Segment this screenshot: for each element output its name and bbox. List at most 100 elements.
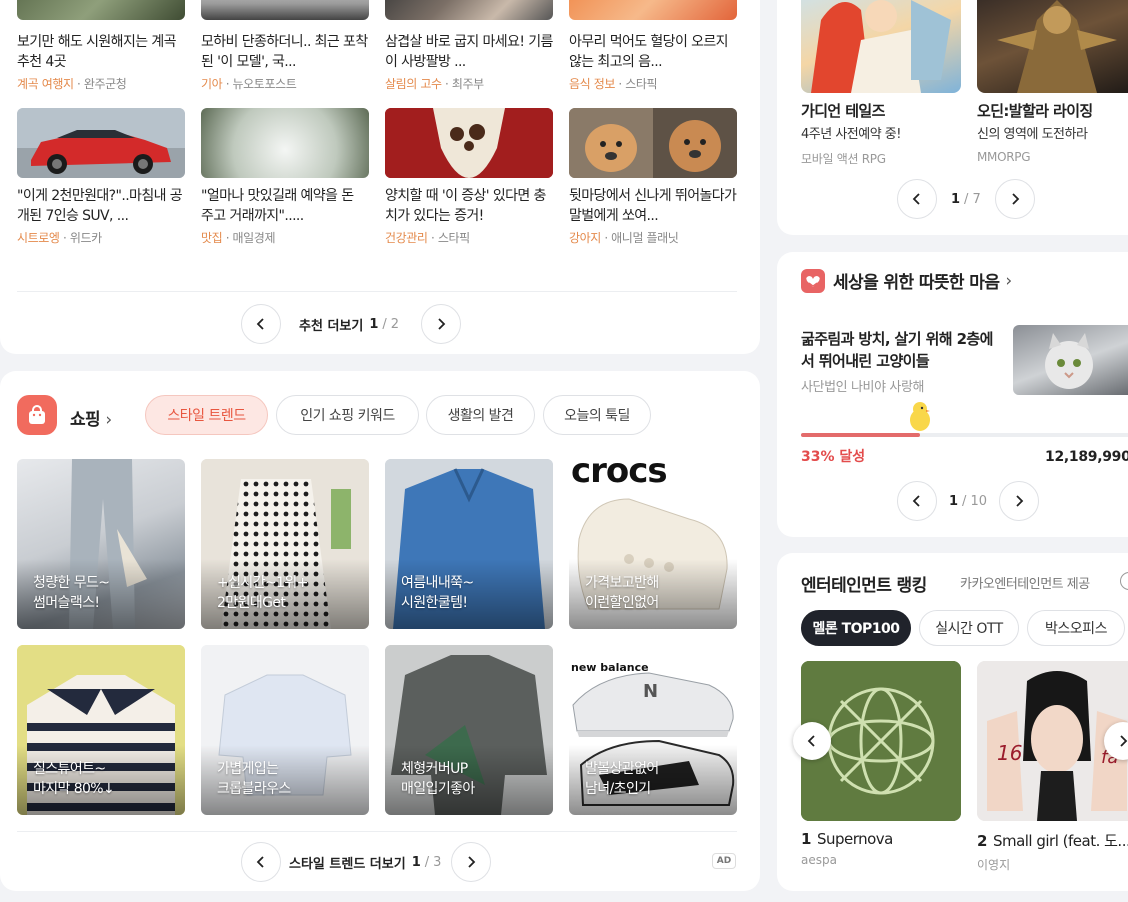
news-meta: 건강관리 · 스타픽 xyxy=(385,231,470,245)
news-card[interactable]: "이게 2천만원대?"..마침내 공개된 7인승 SUV, ... 시트로엥 ·… xyxy=(17,108,185,246)
news-thumbnail xyxy=(17,108,185,178)
news-category[interactable]: 시트로엥 xyxy=(17,231,60,245)
pager-current: 1 xyxy=(951,191,961,207)
artist-name: aespa xyxy=(801,853,837,867)
info-icon[interactable] xyxy=(1120,572,1128,590)
news-source: 스타픽 xyxy=(625,77,658,91)
entertainment-provider: 카카오엔터테인먼트 제공 xyxy=(960,577,1090,592)
product-card[interactable]: 청량한 무드~ 썸머슬랙스! xyxy=(17,459,185,629)
news-category[interactable]: 살림의 고수 xyxy=(385,77,442,91)
chevron-left-icon xyxy=(807,735,815,747)
news-card[interactable]: 아무리 먹어도 혈당이 오르지 않는 최고의 음... 음식 정보 · 스타픽 xyxy=(569,0,737,92)
tab-popular-keywords[interactable]: 인기 쇼핑 키워드 xyxy=(276,395,419,435)
game-name: 오딘:발할라 라이징 xyxy=(977,102,1093,120)
product-caption-line1: 체형커버UP xyxy=(401,761,468,777)
news-title: 아무리 먹어도 혈당이 오르지 않는 최고의 음... xyxy=(569,34,729,70)
product-caption-line1: 발볼상관없어 xyxy=(585,761,659,777)
pager-total: 3 xyxy=(433,854,442,870)
news-meta: 계곡 여행지 · 완주군청 xyxy=(17,77,127,91)
next-button[interactable] xyxy=(998,481,1039,521)
recommend-pager: 추천 더보기 1 / 2 xyxy=(241,304,462,344)
prev-button[interactable] xyxy=(897,481,937,521)
chevron-right-icon xyxy=(468,856,476,868)
pager-label: 추천 더보기 xyxy=(299,318,364,334)
news-card[interactable]: 모하비 단종하더니.. 최근 포착된 '이 모델', 국... 기아 · 뉴오토… xyxy=(201,0,369,92)
chevron-left-icon xyxy=(256,318,264,330)
pager-separator: / xyxy=(382,316,387,332)
donation-org: 사단법인 나비야 사랑해 xyxy=(801,380,925,395)
carousel-prev-button[interactable] xyxy=(793,722,831,760)
tab-realtime-ott[interactable]: 실시간 OTT xyxy=(919,610,1019,646)
news-source: 완주군청 xyxy=(83,77,127,91)
tab-style-trend[interactable]: 스타일 트렌드 xyxy=(145,395,268,435)
news-category[interactable]: 강아지 xyxy=(569,231,601,245)
news-card[interactable]: 뒷마당에서 신나게 뛰어놀다가 말벌에게 쏘여... 강아지 · 애니멀 플래닛 xyxy=(569,108,737,246)
prev-button[interactable] xyxy=(897,179,937,219)
donation-title-link[interactable]: 세상을 위한 따뜻한 마음 › xyxy=(801,268,1012,293)
divider xyxy=(17,291,737,292)
donation-thumbnail[interactable] xyxy=(1013,325,1128,395)
news-category[interactable]: 음식 정보 xyxy=(569,77,615,91)
rank-card[interactable]: 1 Supernova aespa xyxy=(801,661,961,867)
game-card[interactable]: 가디언 테일즈 4주년 사전예약 중! 모바일 액션 RPG xyxy=(801,0,961,167)
news-card[interactable]: 보기만 해도 시원해지는 계곡 추천 4곳 계곡 여행지 · 완주군청 xyxy=(17,0,185,92)
style-trend-pager: 스타일 트렌드 더보기 1 / 3 xyxy=(241,842,492,882)
product-card[interactable]: 체형커버UP 매일입기좋아 xyxy=(385,645,553,815)
product-caption-line2: 썸머슬랙스! xyxy=(33,595,100,611)
news-title: "얼마나 맛있길래 예약을 돈 주고 거래까지"..... xyxy=(201,188,354,224)
news-source: 뉴오토포스트 xyxy=(232,77,297,91)
news-category[interactable]: 기아 xyxy=(201,77,223,91)
tab-box-office[interactable]: 박스오피스 xyxy=(1027,610,1125,646)
divider xyxy=(17,831,737,832)
product-caption-line2: 2만원대Get xyxy=(217,595,286,611)
chevron-right-icon xyxy=(438,318,446,330)
prev-button[interactable] xyxy=(241,304,281,344)
product-card[interactable]: 여름내내쭉~ 시원한쿨템! xyxy=(385,459,553,629)
game-desc: 4주년 사전예약 중! xyxy=(801,127,901,142)
news-meta: 시트로엥 · 위드카 xyxy=(17,231,102,245)
donation-story-title[interactable]: 굶주림과 방치, 살기 위해 2층에서 뛰어내린 고양이들 xyxy=(801,328,1001,372)
tab-today-deal[interactable]: 오늘의 툭딜 xyxy=(543,395,651,435)
tab-melon-top100[interactable]: 멜론 TOP100 xyxy=(801,610,911,646)
shopping-bag-icon[interactable] xyxy=(17,395,57,435)
pager-separator: / xyxy=(962,493,967,509)
news-card[interactable]: 삼겹살 바로 굽지 마세요! 기름이 사방팔방 ... 살림의 고수 · 최주부 xyxy=(385,0,553,92)
news-category[interactable]: 계곡 여행지 xyxy=(17,77,74,91)
donation-progress-fill xyxy=(801,433,920,437)
news-meta: 맛집 · 매일경제 xyxy=(201,231,276,245)
next-button[interactable] xyxy=(451,842,492,882)
next-button[interactable] xyxy=(421,304,462,344)
tab-life-discovery[interactable]: 생활의 발견 xyxy=(426,395,535,435)
shopping-title: 쇼핑 xyxy=(70,410,101,430)
news-meta: 음식 정보 · 스타픽 xyxy=(569,77,658,91)
news-category[interactable]: 맛집 xyxy=(201,231,223,245)
product-card[interactable]: 질스튜어트~ 마지막 80%↓ xyxy=(17,645,185,815)
rank-card[interactable]: 16 fa 2 Small girl (feat. 도... 이영지 xyxy=(977,661,1128,873)
news-title: 양치할 때 '이 증상' 있다면 충치가 있다는 증거! xyxy=(385,188,546,224)
donation-title: 세상을 위한 따뜻한 마음 xyxy=(833,273,1000,293)
product-card[interactable]: new balance N 발볼상관없어 남녀/초인기 xyxy=(569,645,737,815)
news-category[interactable]: 건강관리 xyxy=(385,231,428,245)
product-card[interactable]: 가볍게입는 크롭블라우스 xyxy=(201,645,369,815)
chevron-left-icon xyxy=(912,495,920,507)
entertainment-title[interactable]: 엔터테인먼트 랭킹 xyxy=(801,571,927,596)
next-button[interactable] xyxy=(994,179,1035,219)
product-caption-line2: 이런할인없어 xyxy=(585,595,659,611)
news-title: 삼겹살 바로 굽지 마세요! 기름이 사방팔방 ... xyxy=(385,34,553,70)
game-card[interactable]: 오딘:발할라 라이징 신의 영역에 도전하라 MMORPG xyxy=(977,0,1128,164)
hand-writing-left: 16 xyxy=(997,741,1023,765)
recommend-panel: 보기만 해도 시원해지는 계곡 추천 4곳 계곡 여행지 · 완주군청 모하비 … xyxy=(0,0,760,354)
shopping-title-link[interactable]: 쇼핑 › xyxy=(70,405,112,430)
product-card[interactable]: +실시간~1위+ 2만원대Get xyxy=(201,459,369,629)
rank-number: 1 xyxy=(801,830,811,848)
news-card[interactable]: 양치할 때 '이 증상' 있다면 충치가 있다는 증거! 건강관리 · 스타픽 xyxy=(385,108,553,246)
pager-separator: / xyxy=(424,854,430,870)
artist-name: 이영지 xyxy=(977,858,1011,872)
shopping-panel: 쇼핑 › 스타일 트렌드 인기 쇼핑 키워드 생활의 발견 오늘의 툭딜 청량한… xyxy=(0,371,760,891)
product-caption-line2: 매일입기좋아 xyxy=(401,781,475,797)
product-card[interactable]: crocs 가격보고반해 이런할인없어 xyxy=(569,459,737,629)
chevron-right-icon: › xyxy=(105,410,112,430)
news-card[interactable]: "얼마나 맛있길래 예약을 돈 주고 거래까지"..... 맛집 · 매일경제 xyxy=(201,108,369,246)
prev-button[interactable] xyxy=(241,842,281,882)
pager-total: 2 xyxy=(390,316,400,332)
